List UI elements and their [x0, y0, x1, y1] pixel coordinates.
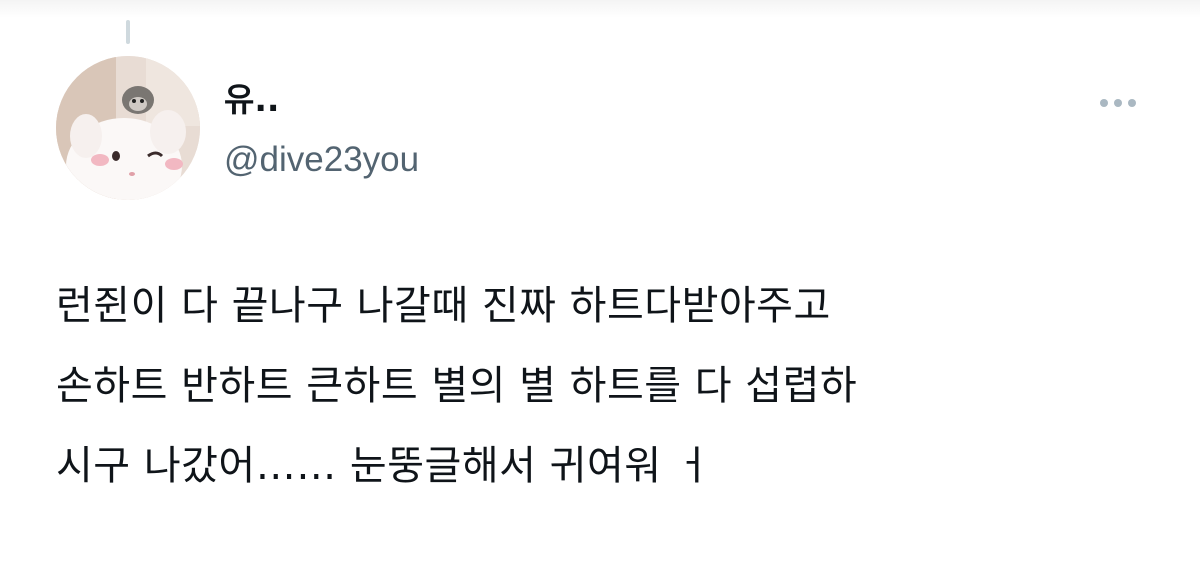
more-options-button[interactable]	[1094, 88, 1142, 118]
author-handle[interactable]: @dive23you	[224, 138, 419, 182]
avatar-image	[56, 56, 200, 200]
tweet-text-line: 시구 나갔어…… 눈뚱글해서 귀여워 ㅓ	[56, 443, 713, 489]
more-horizontal-icon	[1100, 99, 1136, 107]
avatar[interactable]	[56, 56, 200, 200]
tweet-text: 런쥔이 다 끝나구 나갈때 진짜 하트다받아주고 손하트 반하트 큰하트 별의 …	[56, 266, 1166, 506]
thread-connector-line	[126, 20, 130, 44]
top-edge	[0, 0, 1200, 18]
author-display-name[interactable]: 유..	[224, 80, 279, 120]
tweet-text-line: 런쥔이 다 끝나구 나갈때 진짜 하트다받아주고	[56, 283, 831, 329]
tweet-text-line: 손하트 반하트 큰하트 별의 별 하트를 다 섭렵하	[56, 363, 858, 409]
